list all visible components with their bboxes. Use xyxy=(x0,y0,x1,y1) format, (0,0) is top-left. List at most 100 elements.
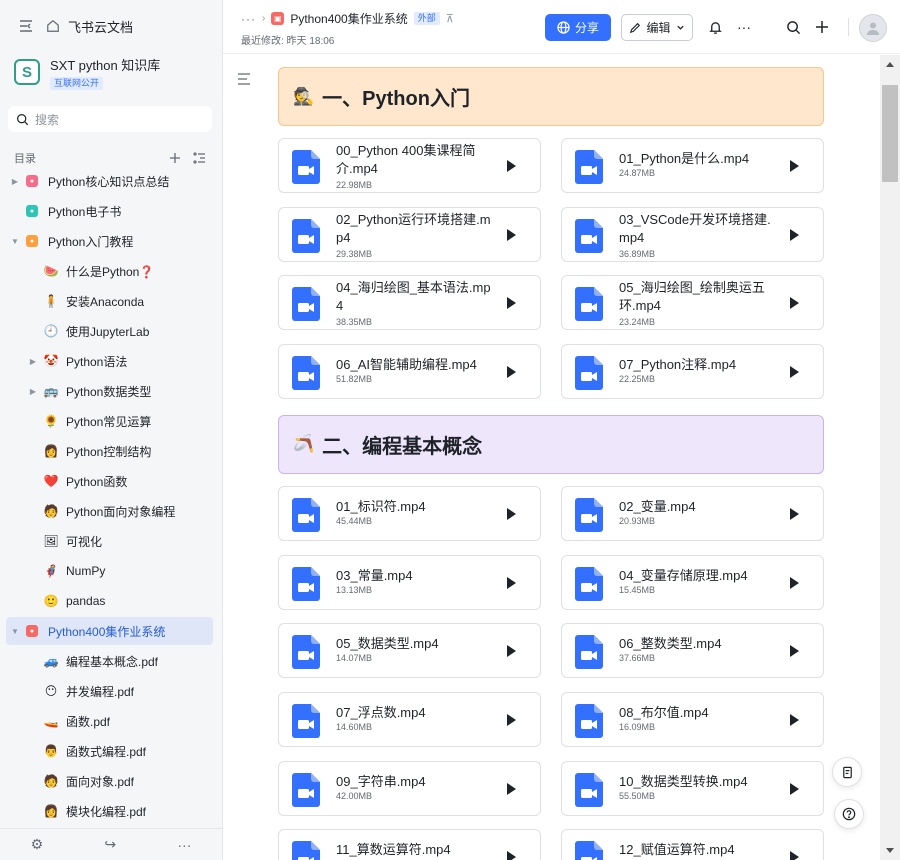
tree-list-icon[interactable] xyxy=(193,152,206,164)
play-icon[interactable] xyxy=(507,576,516,589)
play-icon[interactable] xyxy=(507,160,516,172)
video-file-card[interactable]: 01_Python是什么.mp4 24.87MB xyxy=(561,138,824,193)
sidebar-item[interactable]: ● Python电子书 xyxy=(6,197,213,225)
breadcrumb-more-icon[interactable]: ··· xyxy=(241,12,256,26)
settings-icon[interactable]: ⚙ xyxy=(31,836,44,853)
video-file-card[interactable]: 02_Python运行环境搭建.mp4 29.38MB xyxy=(278,206,541,262)
play-icon[interactable] xyxy=(507,782,516,795)
video-file-card[interactable]: 02_变量.mp4 20.93MB xyxy=(561,485,824,541)
video-file-card[interactable]: 07_浮点数.mp4 14.60MB xyxy=(278,691,541,747)
video-file-card[interactable]: 04_变量存储原理.mp4 15.45MB xyxy=(561,554,824,610)
edit-label: 编辑 xyxy=(646,21,671,35)
user-icon xyxy=(867,22,879,35)
play-icon[interactable] xyxy=(507,297,516,310)
video-file-card[interactable]: 05_海归绘图_绘制奥运五环.mp4 23.24MB xyxy=(561,275,824,331)
video-file-card[interactable]: 09_字符串.mp4 42.00MB xyxy=(278,760,541,816)
video-file-card[interactable]: 10_数据类型转换.mp4 55.50MB xyxy=(561,760,824,816)
sidebar-item[interactable]: ▶ 🚌 Python数据类型 xyxy=(6,377,213,405)
pin-icon[interactable]: ⊼ xyxy=(446,12,454,25)
sidebar-item[interactable]: 👨 函数式编程.pdf xyxy=(6,737,213,765)
doc-info-icon[interactable] xyxy=(832,757,862,787)
sidebar-item[interactable]: 🧑 Python面向对象编程 xyxy=(6,497,213,525)
tag-teal-icon: ● xyxy=(26,205,38,217)
knowledge-base-header[interactable]: S SXT python 知识库 互联网公开 xyxy=(0,52,222,92)
caret-right-icon[interactable]: ▶ xyxy=(10,177,20,186)
outline-toggle-icon[interactable] xyxy=(237,73,251,85)
play-icon[interactable] xyxy=(507,851,516,860)
sidebar-item[interactable]: 🚤 函数.pdf xyxy=(6,707,213,735)
play-icon[interactable] xyxy=(507,645,516,658)
play-icon[interactable] xyxy=(507,228,516,241)
play-icon[interactable] xyxy=(507,507,516,520)
video-file-card[interactable]: 07_Python注释.mp4 22.25MB xyxy=(561,344,824,400)
sidebar-item[interactable]: 🕘 使用JupyterLab xyxy=(6,317,213,345)
search-input[interactable]: 搜索 xyxy=(8,106,212,132)
video-file-icon xyxy=(292,703,320,738)
caret-down-icon[interactable]: ▼ xyxy=(10,237,20,246)
help-icon[interactable] xyxy=(834,799,864,829)
video-file-card[interactable]: 05_数据类型.mp4 14.07MB xyxy=(278,623,541,679)
play-icon[interactable] xyxy=(790,576,799,589)
sidebar-item[interactable]: 🧑 面向对象.pdf xyxy=(6,767,213,795)
search-doc-icon[interactable] xyxy=(784,18,802,36)
caret-right-icon[interactable]: ▶ xyxy=(28,387,38,396)
video-file-card[interactable]: 00_Python 400集课程简介.mp4 22.98MB xyxy=(278,138,541,193)
doc-content[interactable]: 🕵️ 一、Python入门 00_Python 400集课程简介.mp4 22.98M… xyxy=(223,55,880,860)
doc-title[interactable]: Python400集作业系统 xyxy=(290,10,407,27)
sidebar-item[interactable]: 👩 Python控制结构 xyxy=(6,437,213,465)
more-options-icon[interactable]: ··· xyxy=(735,18,753,36)
video-file-card[interactable]: 01_标识符.mp4 45.44MB xyxy=(278,485,541,541)
scrollbar[interactable] xyxy=(880,55,900,860)
sidebar-item[interactable]: 🦸 NumPy xyxy=(6,557,213,585)
notification-bell-icon[interactable] xyxy=(706,18,724,36)
video-file-card[interactable]: 03_常量.mp4 13.13MB xyxy=(278,554,541,610)
video-file-card[interactable]: 03_VSCode开发环境搭建.mp4 36.89MB xyxy=(561,206,824,262)
video-file-card[interactable]: 12_赋值运算符.mp4 xyxy=(561,829,824,860)
video-file-card[interactable]: 04_海归绘图_基本语法.mp4 38.35MB xyxy=(278,275,541,331)
more-icon[interactable]: ··· xyxy=(177,837,191,853)
sidebar-item[interactable]: 😶 并发编程.pdf xyxy=(6,677,213,705)
sidebar-item[interactable]: ▼ ● Python400集作业系统 xyxy=(6,617,213,645)
play-icon[interactable] xyxy=(790,645,799,658)
scroll-up-arrow-icon[interactable] xyxy=(886,62,894,67)
share-button[interactable]: 分享 xyxy=(545,14,611,41)
caret-down-icon[interactable]: ▼ xyxy=(10,627,20,636)
play-icon[interactable] xyxy=(790,851,799,860)
sidebar-item[interactable]: ▶ ● Python核心知识点总结 xyxy=(6,167,213,195)
play-icon[interactable] xyxy=(790,507,799,520)
sidebar-item[interactable]: 🙂 pandas xyxy=(6,587,213,615)
play-icon[interactable] xyxy=(790,366,799,379)
scroll-thumb[interactable] xyxy=(882,85,898,182)
sidebar-item[interactable]: 🧍 安装Anaconda xyxy=(6,287,213,315)
play-icon[interactable] xyxy=(790,228,799,241)
video-file-card[interactable]: 06_整数类型.mp4 37.66MB xyxy=(561,623,824,679)
avatar[interactable] xyxy=(859,14,887,42)
sidebar-item[interactable]: ▼ ● Python入门教程 xyxy=(6,227,213,255)
play-icon[interactable] xyxy=(790,713,799,726)
play-icon[interactable] xyxy=(790,160,799,172)
sidebar-item[interactable]: 🚙 编程基本概念.pdf xyxy=(6,647,213,675)
sidebar-item[interactable]: 👩 模块化编程.pdf xyxy=(6,797,213,825)
sidebar-item[interactable]: 🌻 Python常见运算 xyxy=(6,407,213,435)
play-icon[interactable] xyxy=(507,713,516,726)
play-icon[interactable] xyxy=(790,297,799,310)
play-icon[interactable] xyxy=(790,782,799,795)
sidebar-item[interactable]: ▶ 🤡 Python语法 xyxy=(6,347,213,375)
edit-button[interactable]: 编辑 xyxy=(621,14,693,41)
share-arrow-icon[interactable]: ↪ xyxy=(104,836,116,853)
sidebar-item[interactable]: 🍉 什么是Python❓ xyxy=(6,257,213,285)
add-icon[interactable] xyxy=(169,152,181,164)
sidebar-item[interactable]: ❤️ Python函数 xyxy=(6,467,213,495)
create-icon[interactable] xyxy=(813,18,831,36)
collapse-sidebar-icon[interactable] xyxy=(18,18,34,34)
video-file-card[interactable]: 06_AI智能辅助编程.mp4 51.82MB xyxy=(278,344,541,400)
sidebar-item[interactable]: 🖼 可视化 xyxy=(6,527,213,555)
play-icon[interactable] xyxy=(507,366,516,379)
video-file-card[interactable]: 11_算数运算符.mp4 xyxy=(278,829,541,860)
scroll-down-arrow-icon[interactable] xyxy=(886,848,894,853)
caret-right-icon[interactable]: ▶ xyxy=(28,357,38,366)
doc-type-icon: ▣ xyxy=(271,12,285,25)
video-file-icon xyxy=(575,841,603,860)
video-file-card[interactable]: 08_布尔值.mp4 16.09MB xyxy=(561,691,824,747)
home-link[interactable]: 飞书云文档 xyxy=(46,17,133,36)
